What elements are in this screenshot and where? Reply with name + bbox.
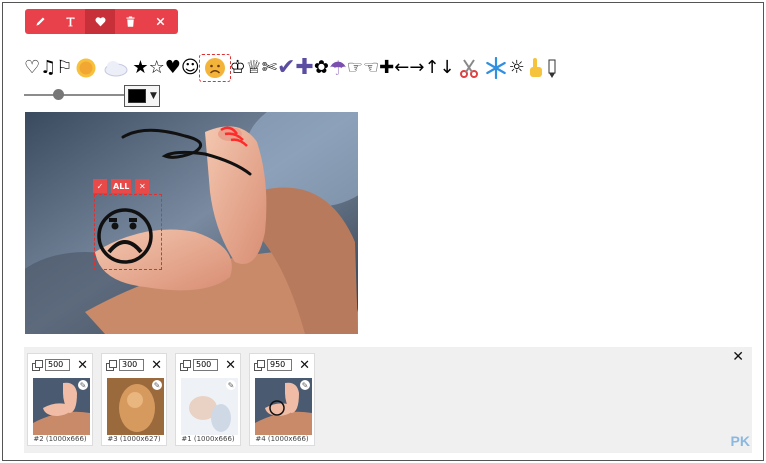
color-picker[interactable]: ▼ <box>124 85 160 107</box>
trash-icon <box>125 16 135 27</box>
image-card[interactable]: ✕ ✎ #2 (1000x666) <box>27 353 93 446</box>
image-tray: ✕ ✕ ✎ #2 (1000x666) ✕ <box>24 347 752 453</box>
sticker-frown-emoji-selected[interactable] <box>198 54 231 82</box>
sticker-arrow-right[interactable]: → <box>409 55 424 81</box>
watermark-logo: PK <box>730 433 750 449</box>
text-icon <box>65 17 75 27</box>
sticker-hand-left[interactable]: ☜ <box>363 55 379 81</box>
sticker-snowflake[interactable] <box>485 55 507 81</box>
sticker-crown-outline[interactable]: ♔ <box>230 55 246 81</box>
tray-close-icon[interactable]: ✕ <box>732 349 744 365</box>
image-card[interactable]: ✕ ✎ #3 (1000x627) <box>101 353 167 446</box>
sticker-arrow-left[interactable]: ← <box>394 55 409 81</box>
edit-pencil-icon[interactable]: ✎ <box>152 380 162 390</box>
sticker-music-note[interactable]: ♫ <box>40 55 56 81</box>
edit-pencil-icon[interactable]: ✎ <box>226 380 236 390</box>
thumbnail: ✎ <box>255 378 312 435</box>
cloud-icon <box>104 61 128 77</box>
sticker-pencil-small[interactable] <box>547 55 557 81</box>
snowflake-icon <box>485 57 506 79</box>
remove-image-icon[interactable]: ✕ <box>151 359 162 372</box>
sticker-flag[interactable]: ⚐ <box>56 55 72 81</box>
text-tool-button[interactable] <box>55 9 85 34</box>
close-icon <box>156 17 164 26</box>
sticker-umbrella[interactable]: ☂ <box>329 55 347 81</box>
pointing-hand-icon <box>529 58 542 77</box>
sticker-scissors-emoji[interactable] <box>458 55 480 81</box>
frown-face-icon <box>204 58 225 78</box>
width-input[interactable] <box>45 359 70 371</box>
remove-image-icon[interactable]: ✕ <box>299 359 310 372</box>
sticker-hand-right[interactable]: ☞ <box>347 55 363 81</box>
image-card[interactable]: ✕ ✎ #4 (1000x666) <box>249 353 315 446</box>
thumbnail: ✎ <box>107 378 164 435</box>
size-slider-thumb[interactable] <box>53 89 64 100</box>
width-input[interactable] <box>119 359 144 371</box>
image-caption: #3 (1000x627) <box>107 435 161 443</box>
image-caption: #1 (1000x666) <box>181 435 235 443</box>
edit-pencil-icon[interactable]: ✎ <box>300 380 310 390</box>
sun-icon <box>76 58 96 78</box>
remove-image-icon[interactable]: ✕ <box>77 359 88 372</box>
thumbnail: ✎ <box>33 378 90 435</box>
editor-toolbar <box>25 9 178 34</box>
photo-canvas[interactable] <box>25 112 358 334</box>
sticker-selection-tools: ✓ ALL ✕ <box>93 179 150 193</box>
sticker-star-filled[interactable]: ★ <box>132 55 148 81</box>
pencil-tool-button[interactable] <box>25 9 55 34</box>
baby-feet-photo <box>25 112 358 334</box>
thumbnail: ✎ <box>181 378 238 435</box>
duplicate-icon[interactable] <box>106 360 117 371</box>
sticker-star-outline[interactable]: ☆ <box>149 55 165 81</box>
chevron-down-icon: ▼ <box>150 91 157 101</box>
confirm-sticker-button[interactable]: ✓ <box>93 179 107 193</box>
sticker-plus-black[interactable]: ✚ <box>379 55 394 81</box>
sticker-flower[interactable]: ✿ <box>314 55 329 81</box>
duplicate-icon[interactable] <box>180 360 191 371</box>
duplicate-icon[interactable] <box>32 360 43 371</box>
apply-all-button[interactable]: ALL <box>111 179 132 193</box>
color-swatch <box>128 89 146 103</box>
sticker-queen[interactable]: ♕ <box>246 55 262 81</box>
remove-image-icon[interactable]: ✕ <box>225 359 236 372</box>
sticker-cloud-emoji[interactable] <box>103 55 129 81</box>
delete-tool-button[interactable] <box>115 9 145 34</box>
width-input[interactable] <box>193 359 218 371</box>
sticker-palette: ♡ ♫ ⚐ ★ ☆ ♥ ☺ ♔ ♕ ✄ ✔ ✚ ✿ ☂ ☞ ☜ ✚ ← → ↑ … <box>24 54 557 82</box>
sticker-smiley[interactable]: ☺ <box>181 55 200 81</box>
image-caption: #2 (1000x666) <box>33 435 87 443</box>
size-slider-track[interactable] <box>24 94 124 96</box>
sticker-arrow-down[interactable]: ↓ <box>440 55 455 81</box>
sticker-tool-button[interactable] <box>85 9 115 34</box>
duplicate-icon[interactable] <box>254 360 265 371</box>
remove-sticker-button[interactable]: ✕ <box>135 179 150 193</box>
sticker-sun-emoji[interactable] <box>75 55 97 81</box>
pencil-icon <box>548 59 556 78</box>
heart-icon <box>94 17 106 27</box>
sticker-checkmark[interactable]: ✔ <box>277 55 295 81</box>
sticker-scissors-outline[interactable]: ✄ <box>262 55 277 81</box>
sticker-selection-box[interactable] <box>94 194 162 270</box>
scissors-icon <box>459 59 478 78</box>
sticker-arrow-up[interactable]: ↑ <box>424 55 439 81</box>
sticker-pointing-up-emoji[interactable] <box>527 55 545 81</box>
sticker-heart-outline[interactable]: ♡ <box>24 55 40 81</box>
image-card[interactable]: ✕ ✎ #1 (1000x666) <box>175 353 241 446</box>
edit-pencil-icon[interactable]: ✎ <box>78 380 88 390</box>
image-caption: #4 (1000x666) <box>255 435 309 443</box>
sticker-plus-purple[interactable]: ✚ <box>295 55 313 81</box>
width-input[interactable] <box>267 359 292 371</box>
sticker-heart-filled[interactable]: ♥ <box>165 55 181 81</box>
pencil-icon <box>35 17 45 26</box>
sticker-sun-outline[interactable]: ☼ <box>509 55 525 81</box>
close-tool-button[interactable] <box>145 9 175 34</box>
